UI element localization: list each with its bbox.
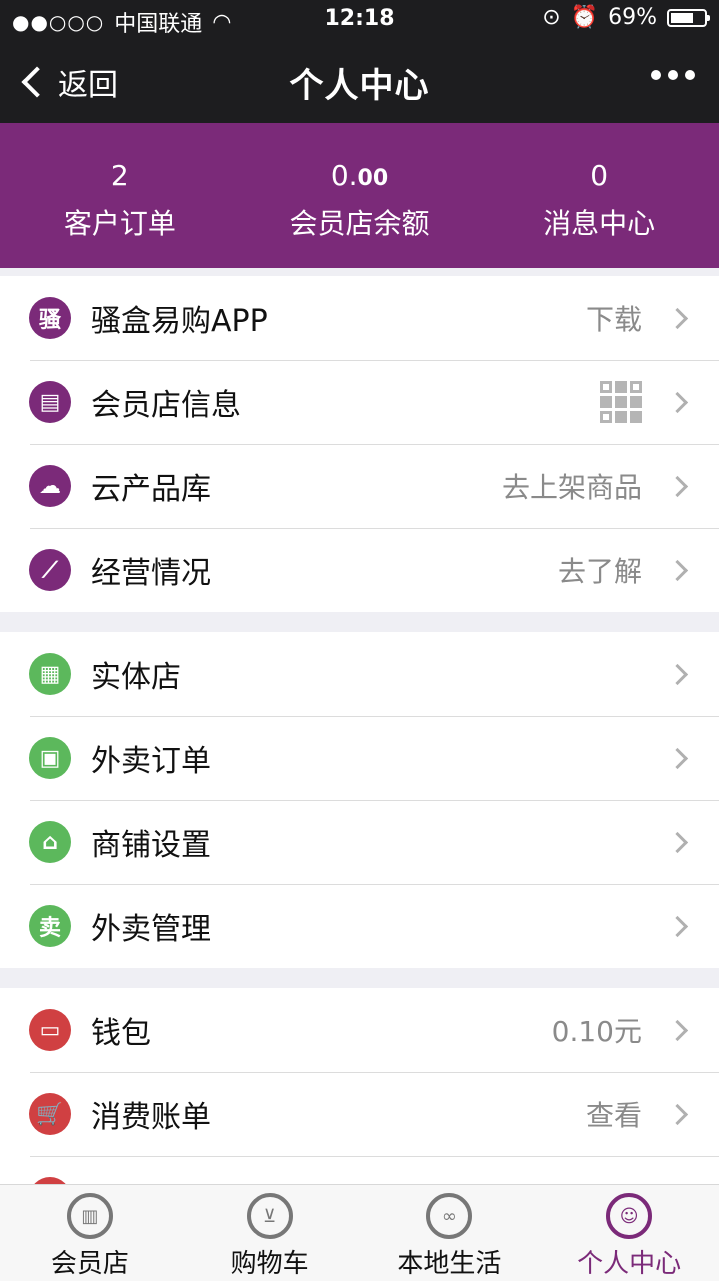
sell-icon: 卖	[29, 905, 71, 947]
tab-shopping-cart[interactable]: ⊻ 购物车	[180, 1185, 360, 1281]
menu-item-cloud-products[interactable]: ☁ 云产品库 去上架商品	[0, 444, 719, 528]
menu-item-title: 会员店信息	[91, 388, 241, 423]
menu-item-title: 云产品库	[91, 472, 211, 507]
stat-value: 0	[590, 159, 609, 192]
menu-item-store-info[interactable]: ▤ 会员店信息	[0, 360, 719, 444]
chevron-right-icon	[666, 915, 689, 937]
stat-label: 会员店余额	[289, 207, 430, 240]
menu-item-title: 钱包	[91, 1016, 151, 1051]
wallet-icon: ▭	[29, 1009, 71, 1051]
chevron-right-icon	[666, 1103, 689, 1125]
menu-item-value: 下载	[585, 303, 642, 336]
tab-label: 会员店	[50, 1249, 129, 1279]
tab-member-store[interactable]: ▥ 会员店	[0, 1185, 180, 1281]
chevron-right-icon	[666, 391, 689, 413]
menu-group-shop: ▦ 实体店 ▣ 外卖订单 ⌂ 商铺设置 卖 外卖管理	[0, 632, 719, 968]
stat-value: 2	[110, 159, 129, 192]
menu-item-title: 外卖订单	[91, 744, 211, 779]
rotation-lock-icon: ⊙	[542, 5, 561, 30]
stats-panel: 2 客户订单 0.00 会员店余额 0 消息中心	[0, 123, 719, 268]
tab-local-life[interactable]: ∞ 本地生活	[360, 1185, 540, 1281]
clipboard-icon: ▣	[29, 737, 71, 779]
qr-code-icon	[600, 381, 642, 423]
stat-value: 0.00	[330, 159, 389, 192]
menu-item-consumption-bill[interactable]: 🛒 消费账单 查看	[0, 1072, 719, 1156]
battery-percentage: 69%	[608, 5, 657, 30]
chevron-right-icon	[666, 307, 689, 329]
shop-settings-icon: ⌂	[29, 821, 71, 863]
menu-item-business-status[interactable]: ⟋ 经营情况 去了解	[0, 528, 719, 612]
status-bar: ●●○○○ 中国联通 ◠ 12:18 ⊙ ⏰ 69%	[0, 0, 719, 40]
menu-item-title: 实体店	[91, 660, 181, 695]
menu-item-title: 经营情况	[91, 556, 211, 591]
menu-item-value: 查看	[585, 1099, 642, 1132]
menu-group-store: 骚 骚盒易购APP 下载 ▤ 会员店信息 ☁ 云产品库 去上架商品 ⟋ 经营情况…	[0, 276, 719, 612]
menu-item-title: 骚盒易购APP	[91, 304, 268, 339]
stat-label: 消息中心	[543, 207, 656, 240]
menu-item-value: 0.10元	[551, 1015, 642, 1048]
stat-customer-orders[interactable]: 2 客户订单	[0, 123, 240, 268]
cart-icon: ⊻	[246, 1193, 293, 1239]
menu-item-takeout-management[interactable]: 卖 外卖管理	[0, 884, 719, 968]
tab-label: 购物车	[230, 1249, 309, 1279]
alarm-icon: ⏰	[570, 5, 599, 30]
tab-label: 个人中心	[577, 1249, 682, 1279]
page-title: 个人中心	[289, 66, 430, 106]
tab-bar: ▥ 会员店 ⊻ 购物车 ∞ 本地生活 ☺ 个人中心	[0, 1184, 719, 1281]
menu-item-value: 去了解	[557, 555, 642, 588]
chevron-right-icon	[666, 1019, 689, 1041]
user-icon: ☺	[606, 1193, 653, 1239]
menu-item-title: 外卖管理	[91, 912, 211, 947]
stat-label: 客户订单	[63, 207, 176, 240]
battery-icon	[667, 8, 710, 27]
more-options-button[interactable]	[651, 70, 695, 80]
sao-logo-icon: 骚	[29, 297, 71, 339]
menu-item-value: 去上架商品	[501, 471, 642, 504]
menu-item-title: 商铺设置	[91, 828, 211, 863]
tab-personal-center[interactable]: ☺ 个人中心	[539, 1185, 719, 1281]
menu-item-takeout-orders[interactable]: ▣ 外卖订单	[0, 716, 719, 800]
local-life-icon: ∞	[426, 1193, 473, 1239]
store-icon: ▥	[66, 1193, 113, 1239]
id-card-icon: ▤	[29, 381, 71, 423]
menu-item-title: 消费账单	[91, 1100, 211, 1135]
chevron-right-icon	[666, 475, 689, 497]
stat-message-center[interactable]: 0 消息中心	[479, 123, 719, 268]
storefront-icon: ▦	[29, 653, 71, 695]
stat-store-balance[interactable]: 0.00 会员店余额	[240, 123, 480, 268]
tab-label: 本地生活	[397, 1249, 502, 1279]
menu-item-physical-store[interactable]: ▦ 实体店	[0, 632, 719, 716]
cart-icon: 🛒	[29, 1093, 71, 1135]
cloud-icon: ☁	[29, 465, 71, 507]
line-chart-icon: ⟋	[29, 549, 71, 591]
navigation-bar: 返回 个人中心	[0, 40, 719, 123]
menu-item-app[interactable]: 骚 骚盒易购APP 下载	[0, 276, 719, 360]
chevron-right-icon	[666, 559, 689, 581]
chevron-right-icon	[666, 747, 689, 769]
menu-item-shop-settings[interactable]: ⌂ 商铺设置	[0, 800, 719, 884]
chevron-right-icon	[666, 831, 689, 853]
menu-item-wallet[interactable]: ▭ 钱包 0.10元	[0, 988, 719, 1072]
chevron-right-icon	[666, 663, 689, 685]
